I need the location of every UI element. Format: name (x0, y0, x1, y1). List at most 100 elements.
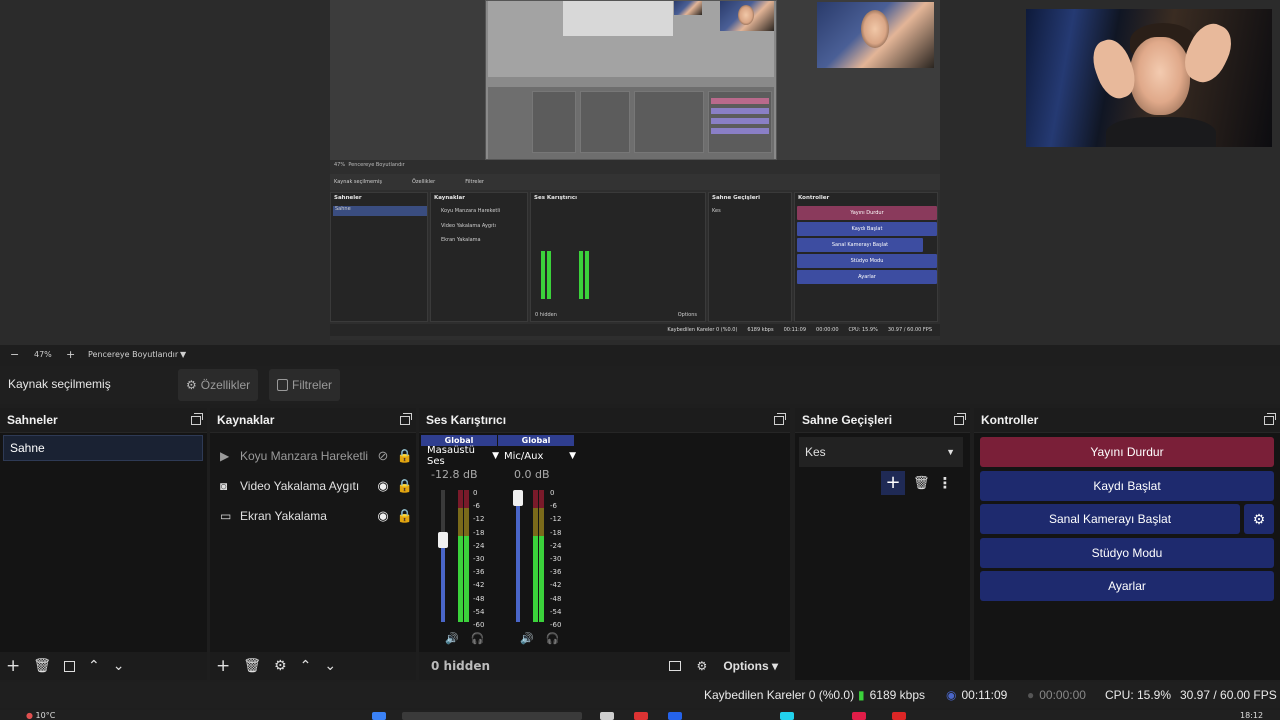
volume-slider[interactable] (438, 490, 448, 622)
volume-slider[interactable] (513, 490, 523, 622)
monitor-off-icon[interactable]: 🎧 (546, 632, 560, 645)
meter-ticks: 0 -6 -12 -18 -24 -30 -36 -42 -48 -54 -60 (473, 487, 484, 632)
nested-screen-capture (485, 0, 777, 160)
transition-select[interactable]: Kes ▼ (799, 437, 963, 467)
studio-mode-button[interactable]: Stüdyo Modu (980, 538, 1274, 568)
taskbar-app-icon[interactable] (892, 712, 906, 720)
chevron-down-icon: ▼ (946, 447, 955, 457)
volume-fill (441, 540, 445, 622)
mixer-layout-icon[interactable] (668, 661, 681, 671)
weather-icon: ● (26, 711, 33, 720)
volume-knob[interactable] (513, 490, 523, 506)
sources-title: Kaynaklar (217, 413, 275, 427)
source-item[interactable]: ◙ Video Yakalama Aygıtı ◉ 🔒 (210, 471, 416, 501)
meter-tick-label: -36 (473, 568, 485, 577)
move-down-icon[interactable]: ⌄ (324, 658, 336, 674)
channel-menu[interactable]: Masaüstü Ses ▼ (427, 445, 499, 467)
stream-time: ◉ 00:11:09 (946, 688, 1008, 702)
eye-hidden-icon[interactable]: ⊘ (372, 448, 394, 464)
meter-segment (464, 508, 469, 536)
undock-icon[interactable] (954, 412, 966, 425)
start-icon[interactable] (372, 712, 386, 720)
channel-badge: Global (498, 435, 574, 446)
properties-button[interactable]: ⚙ Özellikler (178, 369, 259, 401)
taskbar-app-icon[interactable] (852, 712, 866, 720)
volume-fill (516, 490, 520, 622)
settings-button[interactable]: Ayarlar (980, 571, 1274, 601)
source-item[interactable]: ▭ Ekran Yakalama ◉ 🔒 (210, 501, 416, 531)
monitor-off-icon[interactable]: 🎧 (471, 632, 485, 645)
meter-tick-label: -18 (473, 528, 485, 537)
zoom-out-button[interactable]: − (10, 348, 19, 361)
filter-icon (277, 379, 288, 391)
add-source-icon[interactable]: + (216, 656, 230, 676)
gear-icon[interactable]: ⚙ (274, 658, 287, 674)
weather-widget[interactable]: ● 10°C (26, 711, 55, 720)
meter-segment (458, 508, 463, 536)
speaker-icon[interactable]: 🔊 (445, 632, 459, 645)
trash-icon[interactable]: 🗑 (33, 658, 51, 674)
meter-tick-label: 0 (550, 489, 555, 497)
add-scene-icon[interactable]: + (6, 656, 20, 676)
fit-dropdown-icon[interactable]: ▼ (180, 350, 186, 359)
zoom-in-button[interactable]: + (66, 348, 75, 361)
scene-filters-icon[interactable] (64, 660, 76, 672)
eye-icon[interactable]: ◉ (372, 508, 394, 524)
lock-icon[interactable]: 🔒 (394, 508, 416, 524)
dropped-frames: Kaybedilen Kareler 0 (%0.0) (704, 688, 855, 702)
undock-icon[interactable] (400, 412, 412, 425)
scene-item[interactable]: Sahne (3, 435, 203, 461)
hidden-count[interactable]: 0 hidden (431, 659, 490, 673)
move-down-icon[interactable]: ⌄ (113, 658, 125, 674)
trash-icon[interactable]: 🗑 (913, 476, 930, 491)
search-bar[interactable] (402, 712, 582, 720)
virtual-camera-settings-gear-icon[interactable]: ⚙ (1244, 504, 1274, 534)
meter-segment (533, 536, 538, 622)
taskbar-app-icon[interactable] (600, 712, 614, 720)
meter-tick-label: -30 (473, 555, 485, 564)
move-up-icon[interactable]: ⌃ (88, 658, 100, 674)
audio-mixer-dock: Ses Karıştırıcı Global Masaüstü Ses ▼ -1… (419, 408, 790, 680)
controls-dock: Kontroller Yayını Durdur Kaydı Başlat Sa… (974, 408, 1280, 680)
trash-icon[interactable]: 🗑 (243, 658, 261, 674)
start-virtual-camera-button[interactable]: Sanal Kamerayı Başlat (980, 504, 1240, 534)
scenes-dock: Sahneler Sahne + 🗑 ⌃ ⌄ (0, 408, 207, 680)
taskbar-app-icon[interactable] (668, 712, 682, 720)
lock-icon[interactable]: 🔒 (394, 448, 416, 464)
meter-ticks: 0 -6 -12 -18 -24 -30 -36 -42 -48 -54 -60 (550, 487, 561, 632)
preview-area[interactable]: 47% Pencereye Boyutlandır Kaynak seçilme… (0, 0, 1280, 345)
undock-icon[interactable] (191, 412, 203, 425)
undock-icon[interactable] (774, 412, 786, 425)
source-item[interactable]: ▶ Koyu Manzara Hareketli ⊘ 🔒 (210, 441, 416, 471)
start-record-button[interactable]: Kaydı Başlat (980, 471, 1274, 501)
zoom-level: 47% (34, 349, 52, 359)
meter-tick-label: -6 (550, 502, 557, 511)
stop-stream-button[interactable]: Yayını Durdur (980, 437, 1274, 467)
advanced-audio-icon[interactable]: ⚙ (697, 659, 708, 673)
lock-icon[interactable]: 🔒 (394, 478, 416, 494)
taskbar-app-icon[interactable] (634, 712, 648, 720)
filters-button[interactable]: Filtreler (269, 369, 341, 401)
meter-tick-label: -24 (550, 541, 562, 550)
move-up-icon[interactable]: ⌃ (300, 658, 312, 674)
eye-icon[interactable]: ◉ (372, 478, 394, 494)
meter-segment (458, 536, 463, 622)
meter-tick-label: -12 (550, 515, 562, 524)
more-menu-icon[interactable]: ⋮ (938, 474, 953, 492)
windows-taskbar: ● 10°C 18:12 (0, 710, 1280, 720)
options-button[interactable]: Options ▾ (723, 659, 778, 673)
add-transition-button[interactable]: + (881, 471, 905, 495)
speaker-icon[interactable]: 🔊 (520, 632, 534, 645)
undock-icon[interactable] (1264, 412, 1276, 425)
meter-segment (539, 490, 544, 508)
record-time: ● 00:00:00 (1027, 688, 1086, 702)
taskbar-clock[interactable]: 18:12 (1240, 711, 1263, 720)
preview-canvas[interactable]: 47% Pencereye Boyutlandır Kaynak seçilme… (330, 0, 940, 340)
volume-knob[interactable] (438, 532, 448, 548)
meter-tick-label: -54 (473, 607, 485, 616)
meter-segment (533, 490, 538, 508)
meter-tick-label: -60 (473, 621, 485, 630)
meter-tick-label: -48 (473, 594, 485, 603)
taskbar-app-icon[interactable] (780, 712, 794, 720)
channel-menu[interactable]: Mic/Aux ▼ (504, 448, 576, 464)
